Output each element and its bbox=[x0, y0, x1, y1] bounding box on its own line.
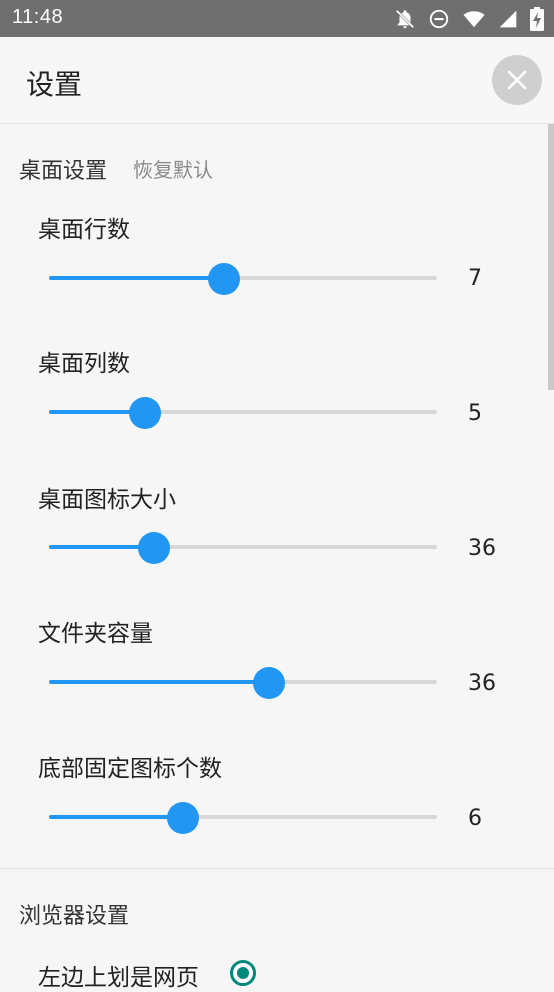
close-button[interactable] bbox=[492, 55, 542, 105]
status-icons bbox=[394, 7, 544, 31]
setting-label-folder-capacity: 文件夹容量 bbox=[38, 621, 153, 647]
section-divider bbox=[0, 868, 554, 869]
slider-value-folder-capacity: 36 bbox=[468, 671, 496, 696]
slider-fill bbox=[49, 276, 224, 280]
page-title: 设置 bbox=[26, 68, 83, 101]
slider-thumb[interactable] bbox=[128, 397, 161, 429]
section-title-browser: 浏览器设置 bbox=[19, 904, 130, 929]
slider-value-dock-icons: 6 bbox=[468, 806, 482, 831]
slider-value-icon-size: 36 bbox=[468, 536, 496, 561]
slider-icon-size[interactable] bbox=[49, 532, 437, 564]
scrollbar[interactable] bbox=[548, 124, 554, 390]
slider-thumb[interactable] bbox=[207, 263, 240, 295]
wifi-icon bbox=[463, 11, 485, 28]
battery-charging-icon bbox=[530, 7, 544, 31]
swipe-up-webpage-radio[interactable] bbox=[230, 960, 256, 986]
section-title-desktop: 桌面设置 bbox=[19, 159, 108, 184]
reset-default-button[interactable]: 恢复默认 bbox=[133, 154, 213, 183]
slider-thumb[interactable] bbox=[166, 802, 199, 834]
radio-selected-dot bbox=[237, 967, 249, 979]
slider-thumb[interactable] bbox=[137, 532, 170, 564]
swipe-up-webpage-label: 左边上划是网页 bbox=[38, 965, 199, 991]
slider-fill bbox=[49, 680, 269, 684]
slider-folder-capacity[interactable] bbox=[49, 667, 437, 699]
slider-value-desktop-columns: 5 bbox=[468, 401, 482, 426]
close-icon bbox=[507, 70, 527, 90]
app-bar: 设置 bbox=[0, 37, 554, 124]
cellular-signal-icon bbox=[499, 10, 517, 28]
setting-label-desktop-columns: 桌面列数 bbox=[38, 351, 130, 377]
notifications-off-icon bbox=[395, 9, 415, 29]
slider-dock-icons[interactable] bbox=[49, 802, 437, 834]
status-bar: 11:48 bbox=[0, 0, 554, 37]
slider-fill bbox=[49, 815, 183, 819]
setting-label-icon-size: 桌面图标大小 bbox=[38, 487, 176, 513]
slider-desktop-rows[interactable] bbox=[49, 263, 437, 295]
status-time: 11:48 bbox=[12, 6, 64, 28]
slider-desktop-columns[interactable] bbox=[49, 397, 437, 429]
slider-value-desktop-rows: 7 bbox=[468, 266, 482, 291]
slider-thumb[interactable] bbox=[252, 667, 285, 699]
setting-label-dock-icons: 底部固定图标个数 bbox=[38, 756, 222, 782]
setting-label-desktop-rows: 桌面行数 bbox=[38, 217, 130, 243]
do-not-disturb-icon bbox=[429, 9, 449, 29]
